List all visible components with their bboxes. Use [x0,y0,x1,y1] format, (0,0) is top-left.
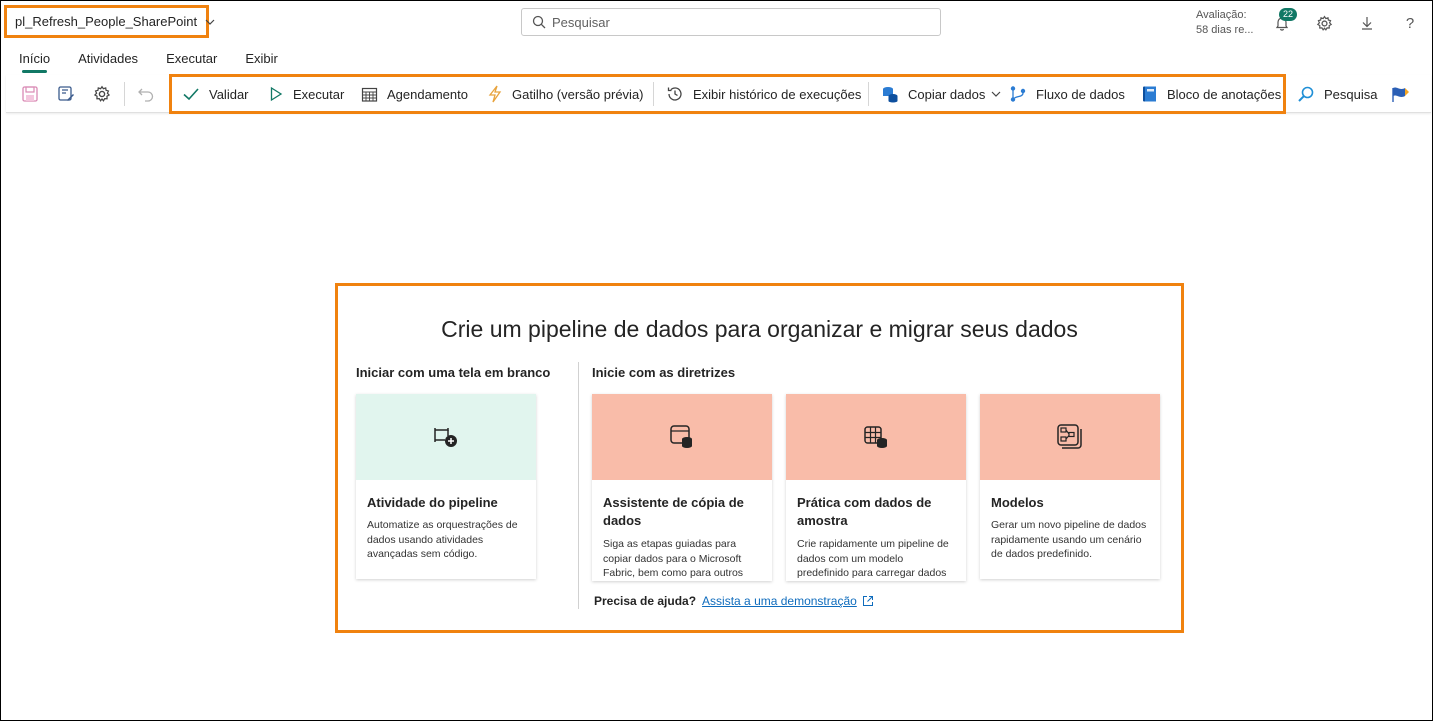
download-icon [1362,17,1372,30]
tab-home[interactable]: Início [5,47,64,73]
view-run-history-button[interactable]: Exibir histórico de execuções [666,75,861,113]
card-templates[interactable]: Modelos Gerar um novo pipeline de dados … [980,394,1160,579]
search-ribbon-label: Pesquisa [1324,86,1378,102]
trigger-label: Gatilho (versão prévia) [512,86,644,102]
schedule-button[interactable]: Agendamento [361,75,468,113]
card-description: Automatize as orquestrações de dados usa… [367,519,518,560]
calendar-icon [361,87,378,102]
run-label: Executar [293,86,345,102]
checkmark-icon [183,88,199,101]
save-icon [22,86,38,102]
ribbon-separator [653,82,654,106]
copy-data-dropdown[interactable]: Copiar dados [881,75,1010,113]
history-icon [667,87,682,101]
card-banner [980,394,1160,480]
blank-canvas-heading: Iniciar com uma tela em branco [356,365,551,380]
undo-icon [138,88,154,102]
panel-title: Crie um pipeline de dados para organizar… [441,316,1078,342]
card-sample-data[interactable]: Prática com dados de amostra Crie rapida… [786,394,966,581]
card-description: Crie rapidamente um pipeline de dados co… [797,538,949,579]
ribbon-toolbar: Validar Executar Agendamento Gatilho (ve… [6,75,1431,113]
card-banner [786,394,966,480]
tab-view[interactable]: Exibir [231,47,292,73]
view-run-history-label: Exibir histórico de execuções [693,86,862,102]
dataflow-label: Fluxo de dados [1036,86,1125,102]
validate-button[interactable]: Validar [182,75,249,113]
schedule-label: Agendamento [387,86,468,102]
dataflow-button[interactable]: Fluxo de dados [1009,75,1125,113]
notification-count-badge: 22 [1279,8,1298,21]
watch-demo-link[interactable]: Assista a uma demonstração [702,594,857,608]
trial-status[interactable]: Avaliação: 58 dias re... [1196,8,1253,38]
notebook-button[interactable]: Bloco de anotações [1141,75,1281,113]
trial-label: Avaliação: [1196,9,1247,21]
download-button[interactable] [1356,12,1378,34]
lightning-icon [488,85,502,103]
getting-started-panel: Crie um pipeline de dados para organizar… [335,283,1184,633]
ribbon-separator [868,82,869,106]
search-ribbon-button[interactable]: Pesquisa [1297,75,1377,113]
chevron-down-icon [205,16,215,28]
flag-icon [1392,87,1409,102]
card-banner [592,394,772,480]
guided-heading: Inicie com as diretrizes [592,365,736,380]
card-description: Siga as etapas guiadas para copiar dados… [603,538,744,579]
search-icon [1298,86,1314,102]
save-button[interactable] [19,83,41,105]
table-database-icon [864,426,887,448]
notebook-label: Bloco de anotações [1167,86,1282,102]
card-banner [356,394,536,480]
chevron-down-icon [991,91,1001,97]
help-question: Precisa de ajuda? [594,594,697,608]
trigger-button[interactable]: Gatilho (versão prévia) [487,75,644,113]
search-input[interactable]: Pesquisar [521,8,941,36]
app-window: pl_Refresh_People_SharePoint Pesquisar A… [0,0,1433,721]
ribbon-tabs: Início Atividades Executar Exibir [1,47,292,73]
card-title: Prática com dados de amostra [797,495,932,528]
tab-run[interactable]: Executar [152,47,231,73]
settings-ribbon-button[interactable] [91,83,113,105]
copy-data-icon [883,87,898,103]
question-mark-icon: ? [1405,14,1415,32]
settings-button[interactable] [1313,12,1335,34]
save-as-icon [58,86,74,101]
validate-label: Validar [209,86,249,102]
card-pipeline-activity[interactable]: Atividade do pipeline Automatize as orqu… [356,394,536,579]
notebook-icon [1143,86,1156,102]
column-divider [578,362,579,609]
gear-icon [1316,15,1332,31]
card-title: Atividade do pipeline [367,495,498,510]
copy-database-icon [670,425,692,448]
copy-data-label: Copiar dados [908,86,986,102]
tab-activities[interactable]: Atividades [64,47,152,73]
dataflow-icon [1010,86,1026,102]
card-title: Modelos [991,495,1044,510]
card-description: Gerar um novo pipeline de dados rapidame… [991,519,1147,560]
undo-button[interactable] [135,83,157,105]
help-row: Precisa de ajuda? Assista a uma demonstr… [594,594,874,608]
card-copy-data-assistant[interactable]: Assistente de cópia de dados Siga as eta… [592,394,772,581]
template-icon [1057,424,1082,449]
gear-icon [93,85,111,102]
search-placeholder: Pesquisar [552,14,610,30]
card-title: Assistente de cópia de dados [603,495,744,528]
play-icon [270,86,283,102]
teams-flag-button[interactable] [1390,83,1412,105]
pipeline-add-icon [434,428,457,447]
top-bar: pl_Refresh_People_SharePoint Pesquisar A… [1,1,1432,45]
pipeline-name-dropdown[interactable]: pl_Refresh_People_SharePoint [4,5,215,38]
help-button[interactable]: ? [1399,12,1421,34]
pipeline-name-label: pl_Refresh_People_SharePoint [15,14,198,29]
run-button[interactable]: Executar [268,75,344,113]
ribbon-separator [124,82,125,106]
trial-days: 58 dias re... [1196,24,1254,36]
save-as-button[interactable] [55,83,77,105]
search-icon [532,15,546,29]
external-link-icon [862,596,873,606]
